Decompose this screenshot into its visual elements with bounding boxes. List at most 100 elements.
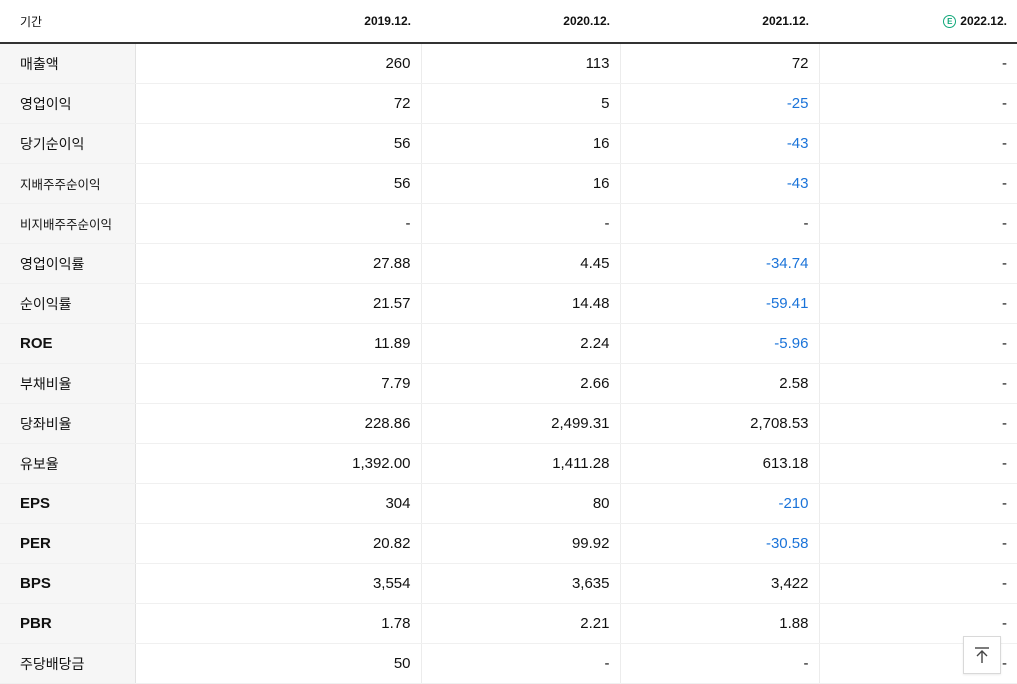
- row-label: PBR: [0, 603, 136, 644]
- cell-value: 99.92: [420, 523, 620, 564]
- cell-value: 1,411.28: [420, 443, 620, 484]
- row-label: 비지배주주순이익: [0, 203, 136, 244]
- cell-value: 72: [619, 43, 819, 84]
- cell-value: 3,554: [134, 563, 421, 604]
- cell-value: -: [818, 83, 1017, 124]
- cell-value: -: [619, 643, 819, 684]
- table-row: 지배주주순이익 56 16 -43 -: [0, 163, 1017, 204]
- cell-value: -: [818, 483, 1017, 524]
- cell-value: -: [818, 523, 1017, 564]
- header-row: 기간 2019.12. 2020.12. 2021.12. E 2022.12.: [0, 0, 1017, 44]
- cell-value: 228.86: [134, 403, 421, 444]
- period-header: 기간: [0, 0, 135, 44]
- cell-value: -: [818, 43, 1017, 84]
- table-row: 순이익률 21.57 14.48 -59.41 -: [0, 283, 1017, 324]
- arrow-up-to-line-icon: [975, 647, 989, 663]
- cell-value-negative: -43: [619, 163, 819, 204]
- table-row: 영업이익률 27.88 4.45 -34.74 -: [0, 243, 1017, 284]
- cell-value: 613.18: [619, 443, 819, 484]
- table-row: ROE 11.89 2.24 -5.96 -: [0, 323, 1017, 364]
- financial-summary-table: 기간 2019.12. 2020.12. 2021.12. E 2022.12. …: [0, 0, 1017, 684]
- table-row: EPS 304 80 -210 -: [0, 483, 1017, 524]
- table-row: BPS 3,554 3,635 3,422 -: [0, 563, 1017, 604]
- table-row: 유보율 1,392.00 1,411.28 613.18 -: [0, 443, 1017, 484]
- estimate-icon: E: [943, 15, 957, 28]
- cell-value-negative: -25: [619, 83, 819, 124]
- period-2020: 2020.12.: [421, 0, 620, 44]
- cell-value-negative: -59.41: [619, 283, 819, 324]
- cell-value: -: [818, 323, 1017, 364]
- cell-value: -: [619, 203, 819, 244]
- table-row: 당기순이익 56 16 -43 -: [0, 123, 1017, 164]
- cell-value: 50: [134, 643, 421, 684]
- table-row: PER 20.82 99.92 -30.58 -: [0, 523, 1017, 564]
- row-label: BPS: [0, 563, 136, 604]
- cell-value-negative: -43: [619, 123, 819, 164]
- scroll-to-top-button[interactable]: [963, 636, 1001, 674]
- cell-value: 2.66: [420, 363, 620, 404]
- row-label: 당좌비율: [0, 403, 136, 444]
- cell-value: 2,708.53: [619, 403, 819, 444]
- cell-value-negative: -210: [619, 483, 819, 524]
- row-label: EPS: [0, 483, 136, 524]
- cell-value: -: [818, 563, 1017, 604]
- row-label: 지배주주순이익: [0, 163, 136, 204]
- cell-value: 2.58: [619, 363, 819, 404]
- cell-value: 56: [134, 123, 421, 164]
- cell-value: -: [420, 203, 620, 244]
- cell-value: 304: [134, 483, 421, 524]
- cell-value: 16: [420, 163, 620, 204]
- cell-value: 27.88: [134, 243, 421, 284]
- cell-value: 3,635: [420, 563, 620, 604]
- cell-value: 1.78: [134, 603, 421, 644]
- cell-value: -: [420, 643, 620, 684]
- cell-value-negative: -30.58: [619, 523, 819, 564]
- cell-value: 56: [134, 163, 421, 204]
- cell-value: 1,392.00: [134, 443, 421, 484]
- cell-value: 2.24: [420, 323, 620, 364]
- table-row: 주당배당금 50 - - -: [0, 643, 1017, 684]
- cell-value: 20.82: [134, 523, 421, 564]
- table-row: 매출액 260 113 72 -: [0, 43, 1017, 84]
- cell-value: 1.88: [619, 603, 819, 644]
- cell-value: 5: [420, 83, 620, 124]
- row-label: 영업이익: [0, 83, 136, 124]
- cell-value: 11.89: [134, 323, 421, 364]
- row-label: 부채비율: [0, 363, 136, 404]
- cell-value: 113: [420, 43, 620, 84]
- cell-value: 14.48: [420, 283, 620, 324]
- cell-value: 80: [420, 483, 620, 524]
- cell-value: 260: [134, 43, 421, 84]
- table-row: 당좌비율 228.86 2,499.31 2,708.53 -: [0, 403, 1017, 444]
- table-row: 영업이익 72 5 -25 -: [0, 83, 1017, 124]
- row-label: 당기순이익: [0, 123, 136, 164]
- cell-value: -: [818, 243, 1017, 284]
- row-label: PER: [0, 523, 136, 564]
- period-2022-estimate: E 2022.12.: [819, 0, 1017, 44]
- cell-value-negative: -5.96: [619, 323, 819, 364]
- cell-value: -: [818, 123, 1017, 164]
- cell-value: 21.57: [134, 283, 421, 324]
- cell-value: 4.45: [420, 243, 620, 284]
- cell-value: -: [818, 363, 1017, 404]
- cell-value: -: [818, 403, 1017, 444]
- cell-value: 2.21: [420, 603, 620, 644]
- cell-value: 72: [134, 83, 421, 124]
- period-2019: 2019.12.: [135, 0, 421, 44]
- cell-value: 2,499.31: [420, 403, 620, 444]
- cell-value: -: [818, 203, 1017, 244]
- cell-value: 3,422: [619, 563, 819, 604]
- cell-value-negative: -34.74: [619, 243, 819, 284]
- period-2022-label: 2022.12.: [960, 14, 1007, 28]
- row-label: 매출액: [0, 43, 136, 84]
- period-2021: 2021.12.: [620, 0, 819, 44]
- cell-value: -: [818, 443, 1017, 484]
- table-row: PBR 1.78 2.21 1.88 -: [0, 603, 1017, 644]
- table-row: 비지배주주순이익 - - - -: [0, 203, 1017, 244]
- row-label: ROE: [0, 323, 136, 364]
- table-row: 부채비율 7.79 2.66 2.58 -: [0, 363, 1017, 404]
- cell-value: -: [134, 203, 421, 244]
- cell-value: -: [818, 163, 1017, 204]
- cell-value: 7.79: [134, 363, 421, 404]
- cell-value: 16: [420, 123, 620, 164]
